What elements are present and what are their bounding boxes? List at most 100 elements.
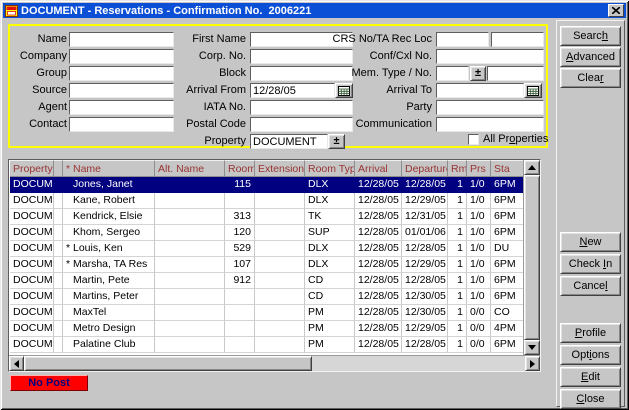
grid-cell [155, 305, 225, 321]
grid-cell: Jones, Janet [63, 177, 155, 193]
all-properties-checkbox[interactable] [468, 134, 479, 145]
arrival-from-label: Arrival From [172, 83, 246, 98]
options-button[interactable]: Options [560, 345, 621, 365]
grid-cell: 12/28/05 [355, 177, 402, 193]
titlebar: DOCUMENT - Reservations - Confirmation N… [3, 3, 626, 18]
group-input[interactable] [69, 66, 174, 81]
source-input[interactable] [69, 83, 174, 98]
grid-body: DOCUMEJones, Janet115DLX12/28/0512/28/05… [10, 177, 523, 353]
arrow-right-icon [530, 360, 535, 368]
grid-row[interactable]: DOCUMEMetro DesignPM12/28/0512/29/0510/0… [10, 321, 523, 337]
grid-cell [155, 209, 225, 225]
grid-row[interactable]: DOCUMEMartin, Pete912CD12/28/0512/28/051… [10, 273, 523, 289]
reservations-grid: Property* NameAlt. NameRoomExtensionRoom… [8, 159, 541, 372]
conf-cxl-input[interactable] [436, 49, 544, 64]
close-button[interactable]: Close [560, 389, 621, 409]
grid-row[interactable]: DOCUMEKane, RobertDLX12/28/0512/29/0511/… [10, 193, 523, 209]
mem-type-dropdown-button[interactable]: ± [470, 66, 486, 81]
new-button[interactable]: New [560, 232, 621, 252]
horizontal-scroll-track[interactable] [312, 356, 525, 371]
name-input[interactable] [69, 32, 174, 47]
grid-cell: 1 [448, 241, 467, 257]
grid-row[interactable]: DOCUMEMartins, PeterCD12/28/0512/30/0511… [10, 289, 523, 305]
arrival-from-input[interactable] [250, 83, 335, 98]
contact-input[interactable] [69, 117, 174, 132]
cancel-button[interactable]: Cancel [560, 276, 621, 296]
grid-cell: 6PM [491, 257, 523, 273]
search-button[interactable]: Search [560, 26, 621, 46]
grid-cell: DLX [305, 177, 355, 193]
horizontal-scroll-thumb[interactable] [24, 356, 312, 371]
grid-cell: 6PM [491, 225, 523, 241]
grid-cell [54, 305, 63, 321]
mem-type-input-1[interactable] [436, 66, 469, 81]
profile-button[interactable]: Profile [560, 323, 621, 343]
grid-cell [255, 257, 305, 273]
crs-input-1[interactable] [436, 32, 489, 47]
grid-row[interactable]: DOCUME* Louis, Ken529DLX12/28/0512/28/05… [10, 241, 523, 257]
grid-cell: 6PM [491, 193, 523, 209]
grid-cell: 12/28/05 [355, 193, 402, 209]
postal-code-label: Postal Code [172, 117, 246, 132]
edit-button[interactable]: Edit [560, 367, 621, 387]
company-input[interactable] [69, 49, 174, 64]
scroll-down-button[interactable] [524, 340, 540, 355]
communication-label: Communication [332, 117, 432, 132]
grid-cell: 1/0 [467, 193, 491, 209]
scroll-up-button[interactable] [524, 160, 540, 175]
vertical-scroll-thumb[interactable] [524, 175, 540, 340]
grid-vertical-scrollbar[interactable] [523, 160, 540, 355]
grid-cell: CD [305, 273, 355, 289]
grid-cell [155, 337, 225, 353]
close-window-button[interactable] [608, 4, 624, 17]
grid-cell: DOCUME [10, 209, 54, 225]
grid-cell: 115 [225, 177, 255, 193]
party-input[interactable] [436, 100, 544, 115]
grid-cell: 12/28/05 [355, 273, 402, 289]
grid-row[interactable]: DOCUMEJones, Janet115DLX12/28/0512/28/05… [10, 177, 523, 193]
block-label: Block [172, 66, 246, 81]
crs-input-2[interactable] [491, 32, 544, 47]
grid-row[interactable]: DOCUMEPalatine ClubPM12/28/0512/28/0510/… [10, 337, 523, 353]
grid-cell [255, 177, 305, 193]
grid-cell: 6PM [491, 337, 523, 353]
check-in-button[interactable]: Check In [560, 254, 621, 274]
grid-cell: DU [491, 241, 523, 257]
scroll-left-button[interactable] [9, 356, 24, 371]
arrow-up-icon [528, 165, 536, 170]
grid-cell [54, 193, 63, 209]
grid-cell: 6PM [491, 289, 523, 305]
arrival-to-calendar-button[interactable] [524, 83, 542, 98]
grid-cell: 912 [225, 273, 255, 289]
grid-cell: 1/0 [467, 273, 491, 289]
grid-cell: 12/31/05 [402, 209, 448, 225]
close-icon [612, 7, 620, 14]
arrival-to-label: Arrival To [332, 83, 432, 98]
communication-input[interactable] [436, 117, 544, 132]
property-select[interactable] [250, 134, 328, 149]
grid-row[interactable]: DOCUME* Marsha, TA Res107DLX12/28/0512/2… [10, 257, 523, 273]
grid-row[interactable]: DOCUMEKendrick, Elsie313TK12/28/0512/31/… [10, 209, 523, 225]
company-label: Company [10, 49, 67, 64]
grid-cell: Martin, Pete [63, 273, 155, 289]
group-label: Group [10, 66, 67, 81]
app-icon [5, 5, 18, 17]
grid-row[interactable]: DOCUMEMaxTelPM12/28/0512/30/0510/0CO [10, 305, 523, 321]
clear-button[interactable]: Clear [560, 68, 621, 88]
scroll-right-button[interactable] [525, 356, 540, 371]
grid-row[interactable]: DOCUMEKhom, Sergeo120SUP12/28/0501/01/06… [10, 225, 523, 241]
grid-cell: CO [491, 305, 523, 321]
property-dropdown-button[interactable]: ± [328, 134, 345, 149]
advanced-button[interactable]: Advanced [560, 47, 621, 67]
grid-cell: 1/0 [467, 257, 491, 273]
grid-horizontal-scrollbar[interactable] [9, 355, 540, 371]
grid-cell: DOCUME [10, 241, 54, 257]
mem-type-input-2[interactable] [487, 66, 544, 81]
arrival-to-input[interactable] [436, 83, 524, 98]
conf-cxl-label: Conf/Cxl No. [332, 49, 432, 64]
calendar-icon [527, 86, 539, 96]
grid-cell: 01/01/06 [402, 225, 448, 241]
grid-cell: SUP [305, 225, 355, 241]
agent-input[interactable] [69, 100, 174, 115]
grid-cell [225, 305, 255, 321]
